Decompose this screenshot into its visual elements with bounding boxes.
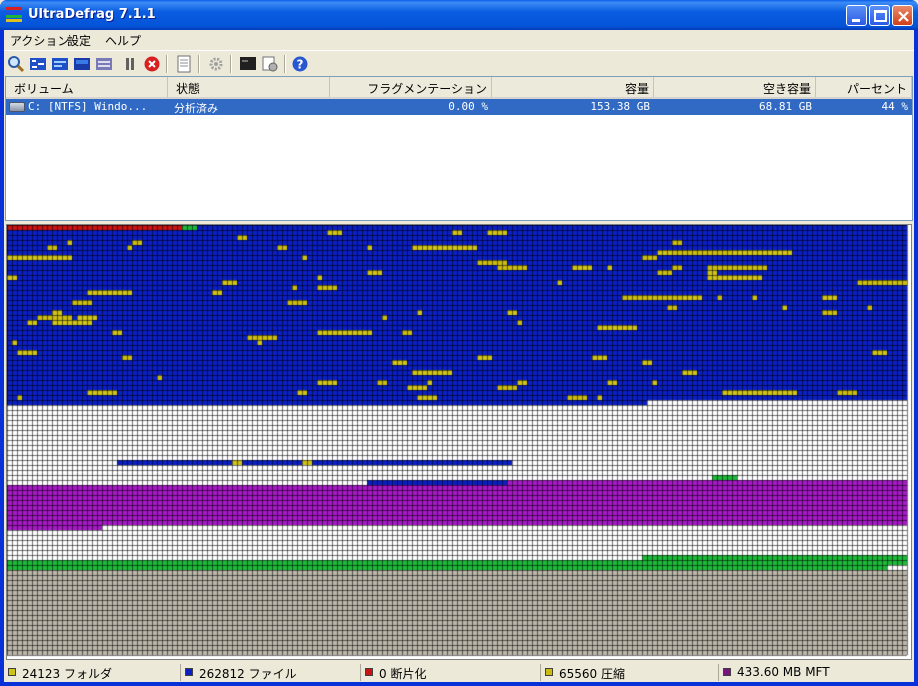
toolbar: ? (4, 50, 914, 75)
volume-name: C: [NTFS] Windo... (28, 100, 148, 113)
boot-time-script-icon (240, 57, 256, 70)
menu-settings[interactable]: 設定 (67, 32, 91, 49)
status-bar: 24123 フォルダ 262812 ファイル 0 断片化 65560 圧縮 43… (4, 662, 914, 682)
hard-drive-icon (9, 102, 25, 112)
column-volume[interactable]: ボリューム (6, 77, 168, 97)
minimize-button[interactable] (846, 5, 867, 26)
volume-row-c[interactable]: C: [NTFS] Windo... 分析済み 0.00 % 153.38 GB… (6, 99, 912, 115)
status-fragmented: 0 断片化 (360, 664, 540, 681)
pause-icon (126, 58, 134, 70)
status-compressed: 65560 圧縮 (540, 664, 718, 681)
menu-bar: アクション 設定 ヘルプ (4, 30, 914, 49)
stop-icon (144, 56, 160, 72)
menu-action[interactable]: アクション (10, 32, 69, 49)
column-status[interactable]: 状態 (168, 77, 330, 97)
minimize-icon (852, 19, 860, 22)
column-free-space[interactable]: 空き容量 (654, 77, 816, 97)
close-icon (898, 11, 909, 22)
full-optimize-icon (74, 58, 90, 70)
maximize-icon (874, 10, 887, 22)
app-window: UltraDefrag 7.1.1 アクション 設定 ヘルプ ? ボリューム 状… (0, 0, 918, 686)
files-swatch (185, 668, 193, 676)
help-icon: ? (292, 56, 308, 72)
settings-icon (209, 57, 223, 71)
boot-time-settings-icon (262, 56, 278, 72)
folders-swatch (8, 668, 16, 676)
maximize-button[interactable] (869, 5, 890, 26)
column-fragmentation[interactable]: フラグメンテーション (330, 77, 492, 97)
boot-time-script-button[interactable] (238, 54, 258, 74)
stop-button[interactable] (142, 54, 162, 74)
volume-free-space: 68.81 GB (759, 100, 812, 113)
toolbar-separator (230, 55, 232, 73)
fragmented-swatch (365, 668, 373, 676)
volume-percent: 44 % (881, 100, 909, 113)
volume-list-header: ボリューム 状態 フラグメンテーション 容量 空き容量 パーセント (6, 77, 912, 99)
column-percent[interactable]: パーセント (816, 77, 912, 97)
menu-help[interactable]: ヘルプ (105, 32, 141, 49)
help-button[interactable]: ? (290, 54, 310, 74)
pause-button[interactable] (120, 54, 140, 74)
title-bar[interactable]: UltraDefrag 7.1.1 (0, 0, 918, 30)
toolbar-separator (166, 55, 168, 73)
mft-optimize-icon (96, 58, 112, 70)
volume-capacity: 153.38 GB (590, 100, 650, 113)
toolbar-separator (198, 55, 200, 73)
report-icon (177, 55, 191, 73)
boot-time-settings-button[interactable] (260, 54, 280, 74)
quick-optimize-button[interactable] (50, 54, 70, 74)
settings-button[interactable] (206, 54, 226, 74)
folders-count: 24123 フォルダ (22, 667, 112, 681)
status-mft: 433.60 MB MFT (718, 664, 914, 681)
status-files: 262812 ファイル (180, 664, 360, 681)
compressed-swatch (545, 668, 553, 676)
volume-fragmentation: 0.00 % (448, 100, 488, 113)
analyze-button[interactable] (6, 54, 26, 74)
column-capacity[interactable]: 容量 (492, 77, 654, 97)
compressed-count: 65560 圧縮 (559, 667, 625, 681)
status-folders: 24123 フォルダ (4, 664, 180, 681)
fragmented-count: 0 断片化 (379, 667, 427, 681)
svg-text:?: ? (297, 58, 304, 72)
mft-size: 433.60 MB MFT (737, 665, 830, 679)
analyze-icon (8, 56, 25, 73)
mft-optimize-button[interactable] (94, 54, 114, 74)
cluster-map-canvas (7, 225, 911, 659)
mft-swatch (723, 668, 731, 676)
full-optimize-button[interactable] (72, 54, 92, 74)
report-button[interactable] (174, 54, 194, 74)
client-area: アクション 設定 ヘルプ ? ボリューム 状態 フラグメンテーション 容量 空き… (4, 30, 914, 682)
volume-list[interactable]: ボリューム 状態 フラグメンテーション 容量 空き容量 パーセント C: [NT… (5, 76, 913, 221)
window-title: UltraDefrag 7.1.1 (28, 7, 156, 22)
defragment-button[interactable] (28, 54, 48, 74)
files-count: 262812 ファイル (199, 667, 297, 681)
close-button[interactable] (892, 5, 913, 26)
toolbar-separator (284, 55, 286, 73)
ultradefrag-logo-icon (6, 7, 22, 23)
defragment-icon (30, 58, 46, 70)
cluster-map (6, 224, 912, 660)
quick-optimize-icon (52, 58, 68, 70)
volume-status: 分析済み (174, 102, 218, 114)
